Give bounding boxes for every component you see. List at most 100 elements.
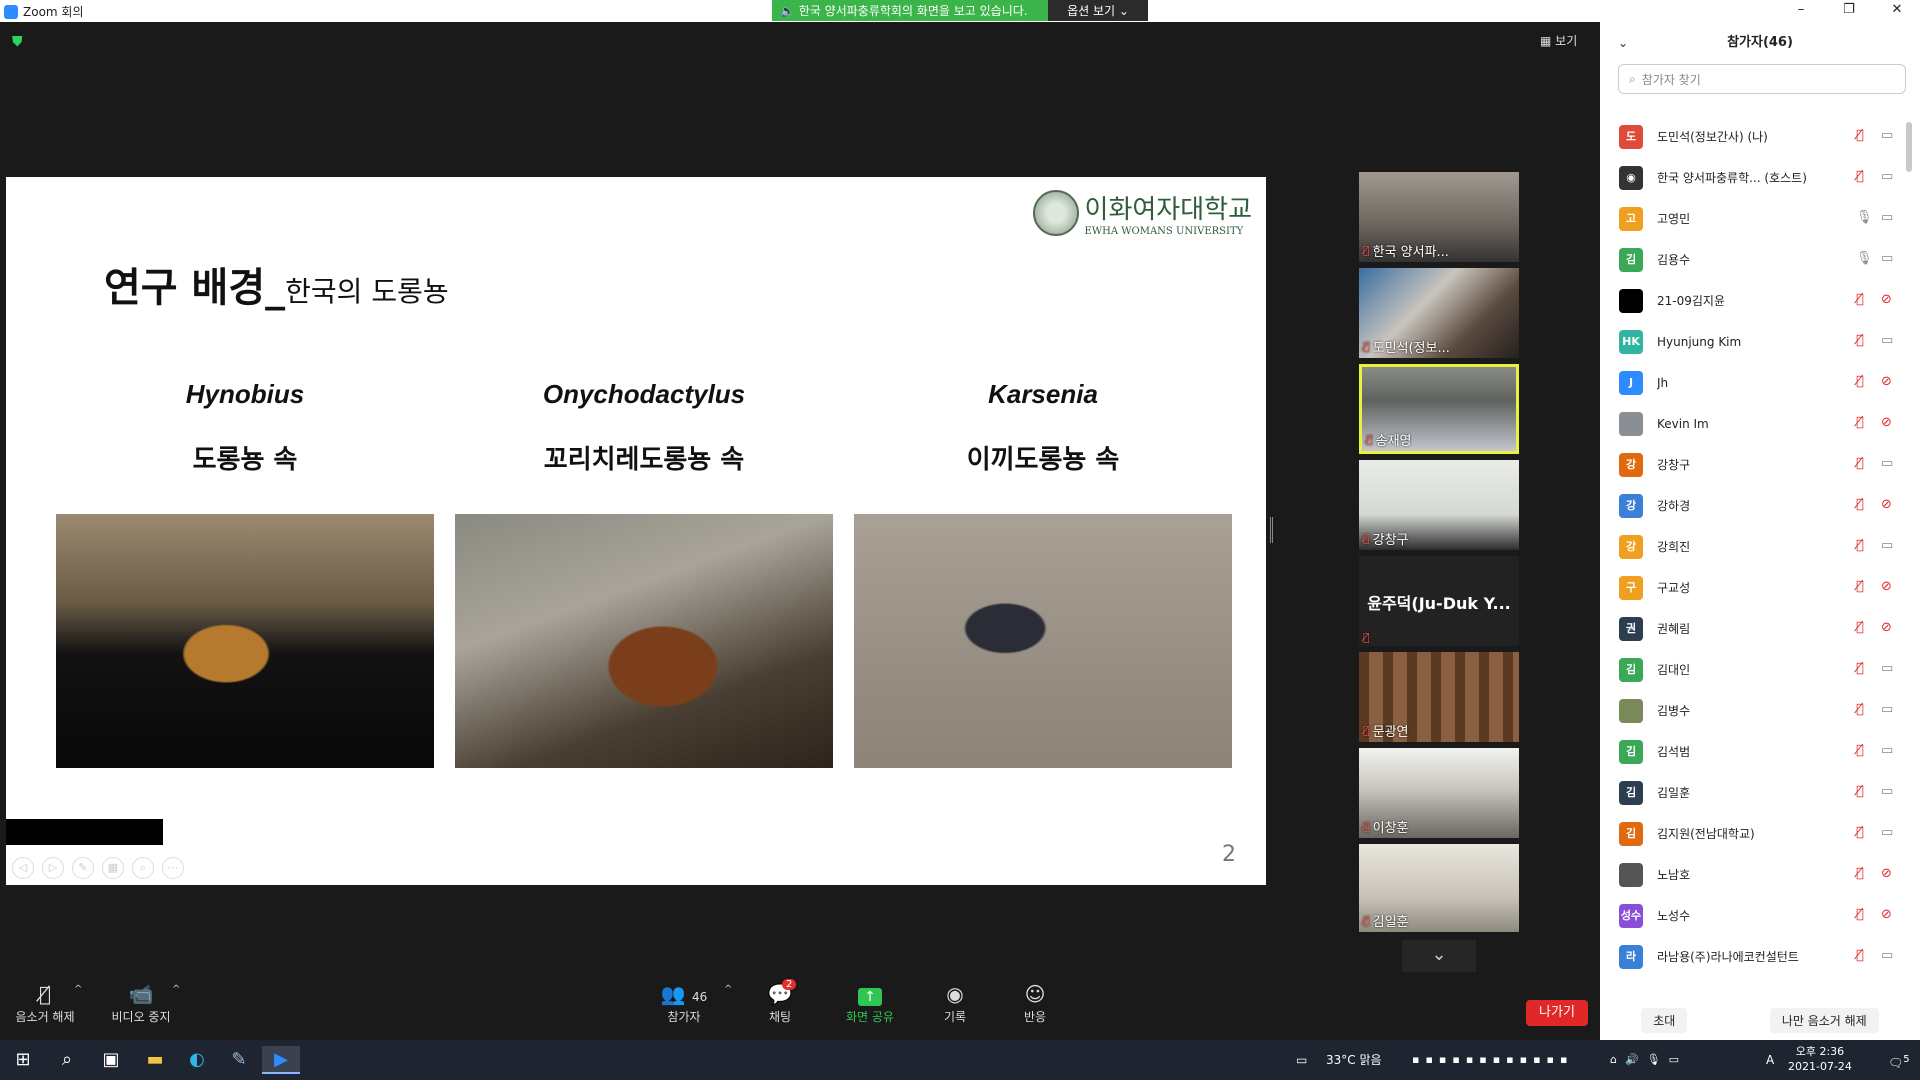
camera-icon[interactable]: ▭ xyxy=(1881,128,1893,143)
participant-row[interactable]: 김병수 🎙̸ ▭ xyxy=(1600,690,1918,731)
participants-caret-icon[interactable]: ^ xyxy=(724,984,732,995)
camera-off-icon[interactable]: ⊘ xyxy=(1881,497,1892,512)
participant-row[interactable]: 강 강창구 🎙̸ ▭ xyxy=(1600,444,1918,485)
collapse-panel-icon[interactable]: ⌄ xyxy=(1618,22,1628,64)
camera-icon[interactable]: ▭ xyxy=(1881,948,1893,963)
zoom-taskbar-icon[interactable]: ▶ xyxy=(262,1046,300,1074)
invite-button[interactable]: 초대 xyxy=(1641,1007,1688,1033)
participant-row[interactable]: 김 김일훈 🎙̸ ▭ xyxy=(1600,772,1918,813)
camera-off-icon[interactable]: ⊘ xyxy=(1881,620,1892,635)
mic-muted-icon[interactable]: 🎙̸ xyxy=(1856,415,1864,430)
mic-muted-icon[interactable]: 🎙̸ xyxy=(1856,620,1864,635)
mic-muted-icon[interactable]: 🎙̸ xyxy=(1856,374,1864,389)
camera-icon[interactable]: ▭ xyxy=(1881,538,1893,553)
camera-icon[interactable]: ▭ xyxy=(1881,702,1893,717)
paint-app-icon[interactable]: ✎ xyxy=(220,1046,258,1074)
camera-icon[interactable]: ▭ xyxy=(1881,210,1893,225)
start-menu-icon[interactable]: ⊞ xyxy=(4,1046,42,1074)
task-view-icon[interactable]: ▣ xyxy=(92,1046,130,1074)
zoom-icon[interactable]: ⌕ xyxy=(132,857,154,879)
participant-row[interactable]: 성수 노성수 🎙̸ ⊘ xyxy=(1600,895,1918,936)
camera-off-icon[interactable]: ⊘ xyxy=(1881,866,1892,881)
taskbar-clock[interactable]: 오후 2:36 2021-07-24 xyxy=(1788,1044,1852,1074)
participant-row[interactable]: ◉ 한국 양서파충류학... (호스트) 🎙̸ ▭ xyxy=(1600,157,1918,198)
mic-muted-icon[interactable]: 🎙̸ xyxy=(1856,784,1864,799)
participant-row[interactable]: 강 강하경 🎙̸ ⊘ xyxy=(1600,485,1918,526)
stop-video-button[interactable]: 📹 비디오 중지 ^ xyxy=(106,982,180,1025)
mic-muted-icon[interactable]: 🎙̸ xyxy=(1856,702,1864,717)
camera-off-icon[interactable]: ⊘ xyxy=(1881,374,1892,389)
mic-muted-icon[interactable]: 🎙̸ xyxy=(1856,497,1864,512)
system-tray-icons[interactable]: ▪▪▪▪▪▪▪▪▪▪▪▪ xyxy=(1412,1040,1573,1080)
camera-icon[interactable]: ▭ xyxy=(1881,456,1893,471)
participant-row[interactable]: 김 김용수 🎙 ▭ xyxy=(1600,239,1918,280)
unmute-me-button[interactable]: 나만 음소거 해제 xyxy=(1769,1007,1879,1033)
camera-icon[interactable]: ▭ xyxy=(1881,333,1893,348)
file-explorer-icon[interactable]: ▬ xyxy=(136,1046,174,1074)
camera-off-icon[interactable]: ⊘ xyxy=(1881,292,1892,307)
camera-icon[interactable]: ▭ xyxy=(1881,743,1893,758)
ime-indicator[interactable]: A xyxy=(1766,1040,1774,1080)
audio-options-caret-icon[interactable]: ^ xyxy=(74,984,82,995)
chat-button[interactable]: 💬 2 채팅 xyxy=(764,979,797,1025)
participant-row[interactable]: HK Hyunjung Kim 🎙̸ ▭ xyxy=(1600,321,1918,362)
participant-row[interactable]: J Jh 🎙̸ ⊘ xyxy=(1600,362,1918,403)
weather-text[interactable]: 33°C 맑음 xyxy=(1326,1040,1382,1080)
prev-slide-icon[interactable]: ◁ xyxy=(12,857,34,879)
participants-button[interactable]: 👥 46 참가자 ^ xyxy=(654,982,733,1025)
volume-network-icons[interactable]: ⌂🔊🎙▭ xyxy=(1610,1040,1687,1080)
mic-icon[interactable]: 🎙 xyxy=(1856,210,1873,225)
search-icon[interactable]: ⌕ xyxy=(48,1046,86,1074)
participant-row[interactable]: 도 도민석(정보간사) (나) 🎙̸ ▭ xyxy=(1600,116,1918,157)
mic-muted-icon[interactable]: 🎙̸ xyxy=(1856,661,1864,676)
view-options-button[interactable]: 옵션 보기 ⌄ xyxy=(1048,0,1148,21)
notification-center-icon[interactable]: 🗨5 xyxy=(1888,1040,1910,1080)
mic-muted-icon[interactable]: 🎙̸ xyxy=(1856,907,1864,922)
grid-icon[interactable]: ▦ xyxy=(102,857,124,879)
view-button[interactable]: ▦ 보기 xyxy=(1540,32,1577,49)
mic-muted-icon[interactable]: 🎙̸ xyxy=(1856,743,1864,758)
participant-list-scrollbar[interactable] xyxy=(1906,122,1912,172)
mic-muted-icon[interactable]: 🎙̸ xyxy=(1856,292,1864,307)
video-thumbnail[interactable]: 🎙̸ 강창구 xyxy=(1359,460,1519,550)
participant-row[interactable]: 21-09김지윤 🎙̸ ⊘ xyxy=(1600,280,1918,321)
video-thumbnail-no-video[interactable]: 윤주덕(Ju-Duk Y... 🎙̸ xyxy=(1359,556,1519,646)
participant-search-input[interactable]: ⌕ 참가자 찾기 xyxy=(1618,64,1906,94)
reactions-button[interactable]: ☺ 반응 xyxy=(1020,982,1050,1025)
record-button[interactable]: ◉ 기록 xyxy=(940,982,970,1025)
edge-browser-icon[interactable]: ◐ xyxy=(178,1046,216,1074)
mic-muted-icon[interactable]: 🎙̸ xyxy=(1856,948,1864,963)
mic-muted-icon[interactable]: 🎙̸ xyxy=(1856,333,1864,348)
mic-muted-icon[interactable]: 🎙̸ xyxy=(1856,579,1864,594)
participant-row[interactable]: 구 구교성 🎙̸ ⊘ xyxy=(1600,567,1918,608)
minimize-button[interactable]: – xyxy=(1778,0,1824,22)
video-thumbnail[interactable]: 🎙̸ 문광연 xyxy=(1359,652,1519,742)
video-thumbnail[interactable]: 🎙̸ 도민석(정보... xyxy=(1359,268,1519,358)
camera-icon[interactable]: ▭ xyxy=(1881,825,1893,840)
camera-icon[interactable]: ▭ xyxy=(1881,169,1893,184)
mic-muted-icon[interactable]: 🎙̸ xyxy=(1856,825,1864,840)
camera-off-icon[interactable]: ⊘ xyxy=(1881,579,1892,594)
mic-icon[interactable]: 🎙 xyxy=(1856,251,1873,266)
encryption-shield-icon[interactable]: ⛊ xyxy=(12,34,28,50)
video-thumbnail[interactable]: 🎙̸ 이창훈 xyxy=(1359,748,1519,838)
participant-row[interactable]: 김 김석범 🎙̸ ▭ xyxy=(1600,731,1918,772)
camera-off-icon[interactable]: ⊘ xyxy=(1881,415,1892,430)
participant-row[interactable]: 강 강희진 🎙̸ ▭ xyxy=(1600,526,1918,567)
participant-row[interactable]: 라 라남용(주)라나에코컨설턴트 🎙̸ ▭ xyxy=(1600,936,1918,977)
video-thumbnail-active-speaker[interactable]: 🎙̸ 송재영 xyxy=(1359,364,1519,454)
participant-row[interactable]: 김 김지원(전남대학교) 🎙̸ ▭ xyxy=(1600,813,1918,854)
mic-muted-icon[interactable]: 🎙̸ xyxy=(1856,866,1864,881)
participant-row[interactable]: 권 권혜림 🎙̸ ⊘ xyxy=(1600,608,1918,649)
participant-row[interactable]: 고 고영민 🎙 ▭ xyxy=(1600,198,1918,239)
participant-row[interactable]: 노남호 🎙̸ ⊘ xyxy=(1600,854,1918,895)
thumbnails-scroll-down-button[interactable]: ⌄ xyxy=(1402,940,1476,972)
video-options-caret-icon[interactable]: ^ xyxy=(172,984,180,995)
camera-icon[interactable]: ▭ xyxy=(1881,251,1893,266)
next-slide-icon[interactable]: ▷ xyxy=(42,857,64,879)
mic-muted-icon[interactable]: 🎙̸ xyxy=(1856,169,1864,184)
mic-muted-icon[interactable]: 🎙̸ xyxy=(1856,538,1864,553)
pen-icon[interactable]: ✎ xyxy=(72,857,94,879)
participant-row[interactable]: 김 김대인 🎙̸ ▭ xyxy=(1600,649,1918,690)
restore-button[interactable]: ❐ xyxy=(1826,0,1872,22)
